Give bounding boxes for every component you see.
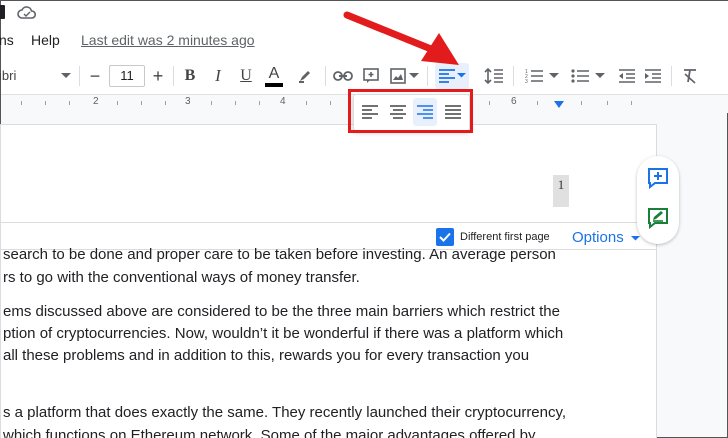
- ruler-tick: [537, 101, 538, 105]
- ruler-number: 4: [280, 96, 286, 107]
- clear-formatting-icon[interactable]: [679, 57, 701, 95]
- annotation-highlight-box: [348, 89, 473, 133]
- highlight-pen-icon[interactable]: [293, 57, 317, 95]
- decrease-font-size-button[interactable]: −: [85, 57, 105, 95]
- checkmark-icon: [439, 232, 451, 242]
- ruler-tick: [141, 101, 142, 105]
- body-text-line[interactable]: search to be done and proper care to be …: [3, 246, 658, 263]
- annotation-arrow-icon: [343, 11, 459, 65]
- body-text-line[interactable]: rs to go with the conventional ways of m…: [3, 269, 658, 286]
- text-color-button[interactable]: A: [262, 57, 286, 95]
- ruler-tick: [489, 101, 490, 105]
- ruler-number: 2: [93, 96, 99, 107]
- ruler-tick: [631, 101, 632, 105]
- decrease-indent-icon[interactable]: [615, 57, 639, 95]
- numbered-list-icon[interactable]: 123: [521, 57, 547, 95]
- divider: [173, 66, 174, 86]
- body-text-line[interactable]: which functions on Ethereum network. Som…: [3, 427, 658, 438]
- page-number[interactable]: 1: [553, 175, 569, 207]
- body-text-line[interactable]: s a platform that does exactly the same.…: [3, 404, 658, 421]
- ruler-tick: [330, 101, 331, 105]
- menu-add-ons[interactable]: ns: [0, 32, 14, 48]
- line-spacing-icon[interactable]: [481, 57, 507, 95]
- ruler-tick: [581, 101, 582, 105]
- ruler-tick: [45, 101, 46, 105]
- ruler-tick: [117, 101, 118, 105]
- ruler-tick: [235, 101, 236, 105]
- header-options-dropdown[interactable]: Options: [572, 229, 640, 246]
- ruler-number: 6: [511, 96, 517, 107]
- options-label: Options: [572, 229, 624, 246]
- numbered-list-dropdown-icon[interactable]: [547, 57, 561, 95]
- body-text-line[interactable]: ems discussed above are considered to be…: [3, 303, 658, 320]
- bold-button[interactable]: B: [179, 57, 201, 95]
- font-selector[interactable]: ibri: [0, 57, 16, 95]
- divider: [325, 66, 326, 86]
- different-first-page-checkbox[interactable]: [436, 228, 454, 246]
- menu-help[interactable]: Help: [31, 32, 60, 48]
- divider: [79, 66, 80, 86]
- ruler-tick: [165, 101, 166, 105]
- ruler-tick: [306, 101, 307, 105]
- bulleted-list-dropdown-icon[interactable]: [593, 57, 607, 95]
- suggest-edits-side-icon[interactable]: [647, 207, 669, 230]
- divider: [671, 66, 672, 86]
- body-text-line[interactable]: ption of cryptocurrencies. Now, wouldn’t…: [3, 325, 658, 342]
- svg-text:3: 3: [525, 79, 528, 84]
- font-dropdown-arrow-icon[interactable]: [59, 57, 73, 95]
- ruler-tick: [69, 101, 70, 105]
- ruler-tick: [259, 101, 260, 105]
- options-dropdown-arrow-icon: [630, 236, 640, 241]
- different-first-page-label: Different first page: [460, 231, 550, 243]
- ruler-tick: [211, 101, 212, 105]
- italic-button[interactable]: I: [207, 57, 229, 95]
- docs-logo: [0, 5, 5, 19]
- last-edit-link[interactable]: Last edit was 2 minutes ago: [81, 32, 255, 48]
- ruler-number: 3: [185, 96, 191, 107]
- font-size-input[interactable]: 11: [109, 65, 145, 87]
- text-color-letter: A: [268, 64, 280, 82]
- underline-button[interactable]: U: [235, 57, 257, 95]
- increase-indent-icon[interactable]: [641, 57, 665, 95]
- ruler-tick: [607, 101, 608, 105]
- ruler-tick: [21, 101, 22, 105]
- divider: [513, 66, 514, 86]
- cloud-saved-icon[interactable]: [17, 5, 37, 26]
- body-text-line[interactable]: all these problems and in addition to th…: [3, 347, 658, 364]
- increase-font-size-button[interactable]: +: [149, 57, 167, 95]
- bulleted-list-icon[interactable]: [567, 57, 593, 95]
- text-color-swatch: [265, 82, 283, 87]
- right-indent-marker[interactable]: [554, 101, 564, 108]
- add-comment-side-icon[interactable]: [647, 167, 669, 190]
